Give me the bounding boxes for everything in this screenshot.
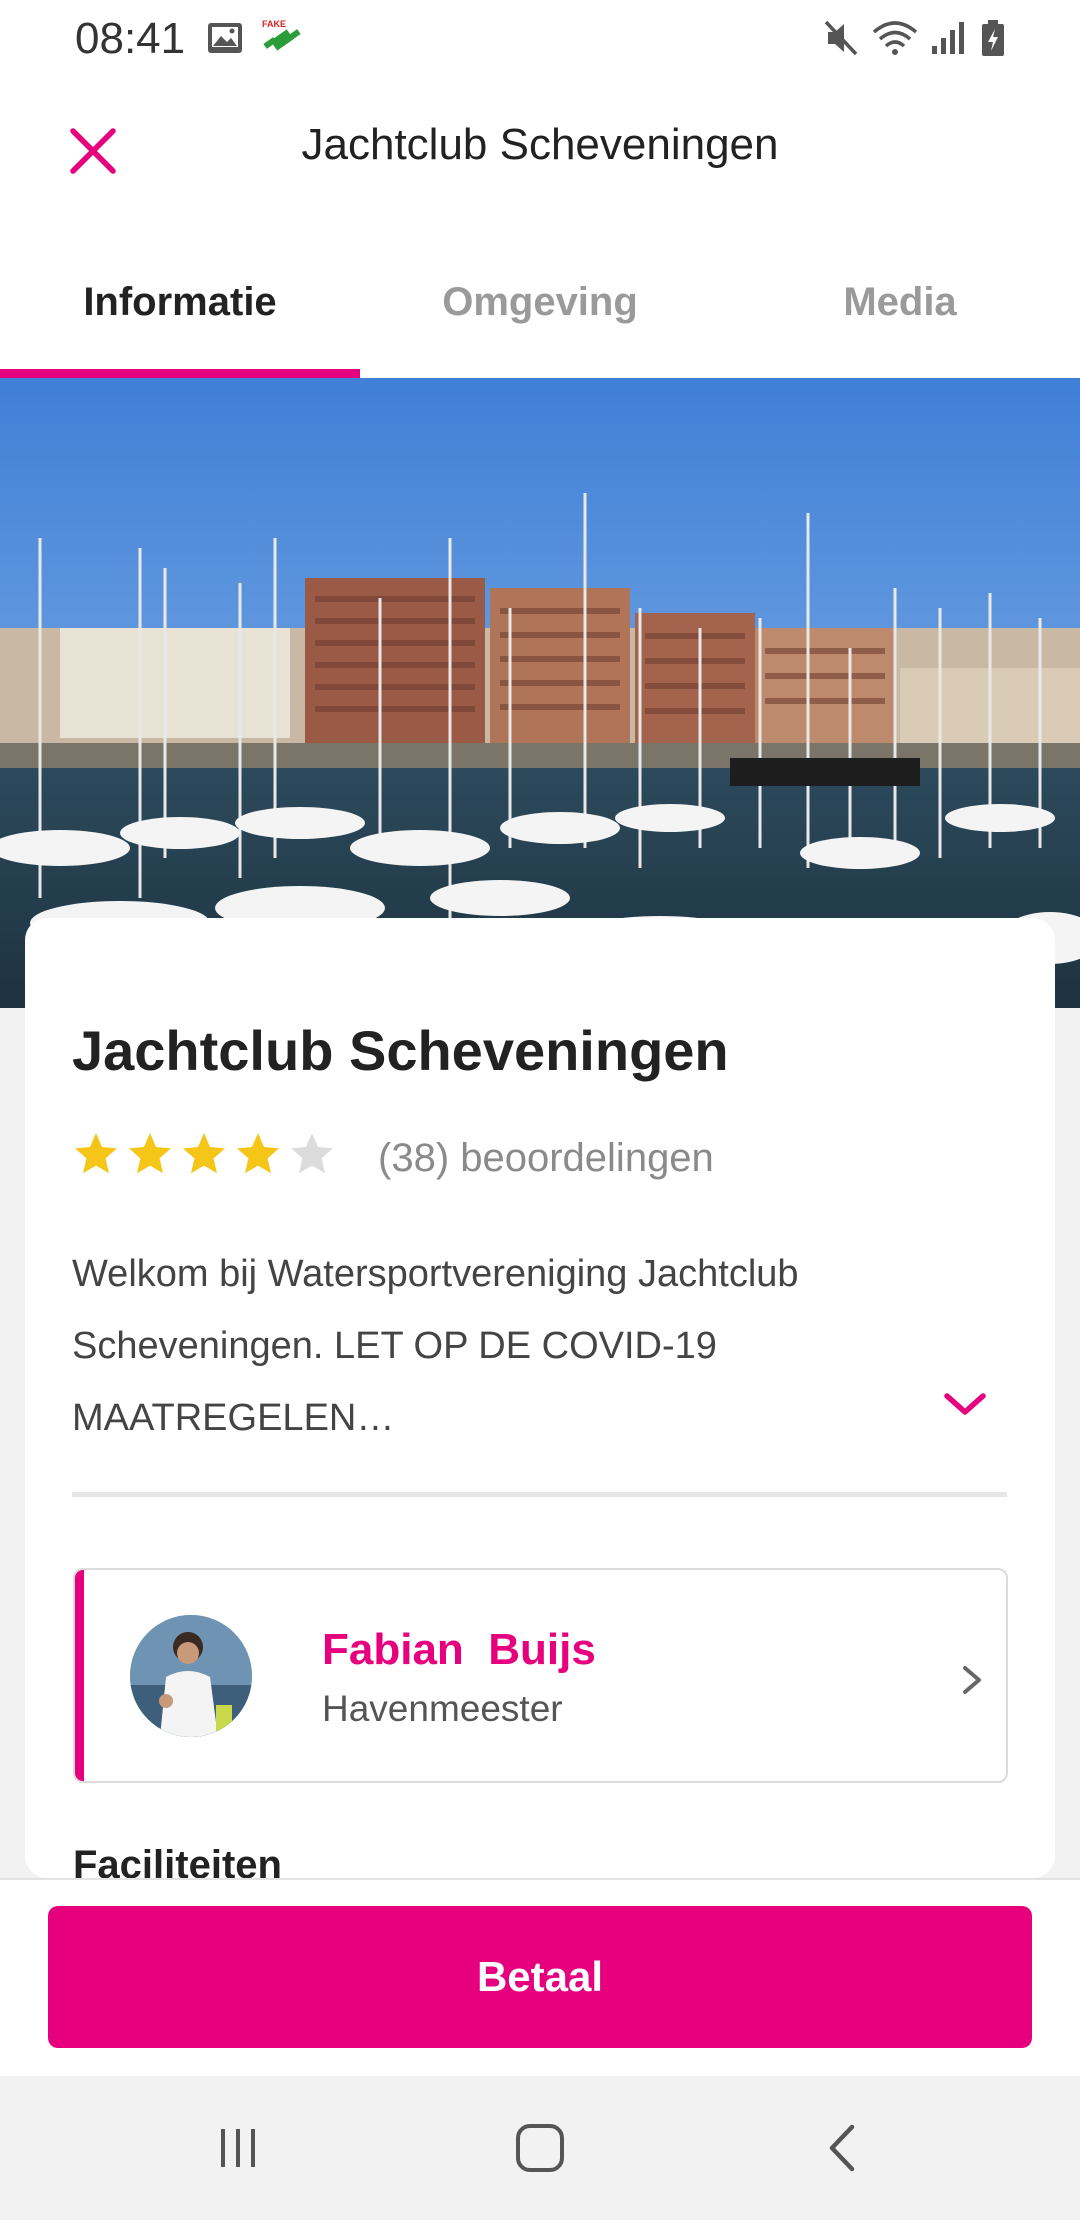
marina-detail-card: Jachtclub Scheveningen (38) beoordelinge… bbox=[25, 918, 1055, 1878]
battery-icon bbox=[982, 20, 1004, 56]
divider bbox=[72, 1492, 1007, 1497]
marina-photo bbox=[0, 378, 1080, 1008]
back-button[interactable] bbox=[802, 2116, 882, 2180]
bottom-action-bar: Betaal bbox=[0, 1878, 1080, 2076]
marina-name: Jachtclub Scheveningen bbox=[72, 1019, 729, 1082]
recent-apps-icon bbox=[221, 2129, 255, 2167]
facilities-heading: Faciliteiten bbox=[73, 1843, 282, 1878]
top-app-bar: Jachtclub Scheveningen bbox=[0, 76, 1080, 226]
fake-gps-icon: FAKE bbox=[262, 19, 301, 51]
harbor-master-card[interactable]: Fabian Buijs Havenmeester bbox=[73, 1568, 1008, 1783]
back-icon bbox=[829, 2124, 855, 2172]
contact-name: Fabian Buijs bbox=[322, 1625, 596, 1674]
star-empty-icon bbox=[291, 1133, 333, 1174]
page-title: Jachtclub Scheveningen bbox=[301, 120, 779, 169]
star-rating bbox=[72, 1130, 336, 1178]
status-time: 08:41 bbox=[75, 14, 186, 63]
active-tab-indicator bbox=[0, 369, 360, 378]
reviews-count[interactable]: (38) beoordelingen bbox=[378, 1136, 714, 1181]
system-navigation-bar bbox=[0, 2076, 1080, 2220]
star-icon bbox=[129, 1133, 171, 1174]
recent-apps-button[interactable] bbox=[198, 2116, 278, 2180]
star-icon bbox=[75, 1133, 117, 1174]
contact-role: Havenmeester bbox=[322, 1688, 563, 1729]
wifi-icon bbox=[872, 21, 918, 55]
chevron-right-icon bbox=[963, 1666, 981, 1694]
chevron-down-icon[interactable] bbox=[937, 1384, 993, 1424]
contact-accent-bar bbox=[75, 1570, 84, 1781]
home-button[interactable] bbox=[500, 2116, 580, 2180]
star-icon bbox=[237, 1133, 279, 1174]
image-icon bbox=[208, 23, 242, 53]
status-bar: 08:41 FAKE bbox=[0, 0, 1080, 76]
star-icon bbox=[183, 1133, 225, 1174]
pay-button[interactable]: Betaal bbox=[48, 1906, 1032, 2048]
marina-description: Welkom bij Watersportvereniging Jachtclu… bbox=[72, 1253, 799, 1439]
tab-bar: Informatie Omgeving Media bbox=[0, 226, 1080, 378]
svg-text:FAKE: FAKE bbox=[262, 19, 286, 29]
tab-omgeving[interactable]: Omgeving bbox=[360, 226, 720, 378]
tab-media[interactable]: Media bbox=[720, 226, 1080, 378]
avatar bbox=[130, 1615, 252, 1737]
tab-informatie[interactable]: Informatie bbox=[0, 226, 360, 378]
signal-icon bbox=[932, 22, 964, 54]
home-icon bbox=[516, 2124, 564, 2172]
mute-icon bbox=[824, 20, 858, 56]
